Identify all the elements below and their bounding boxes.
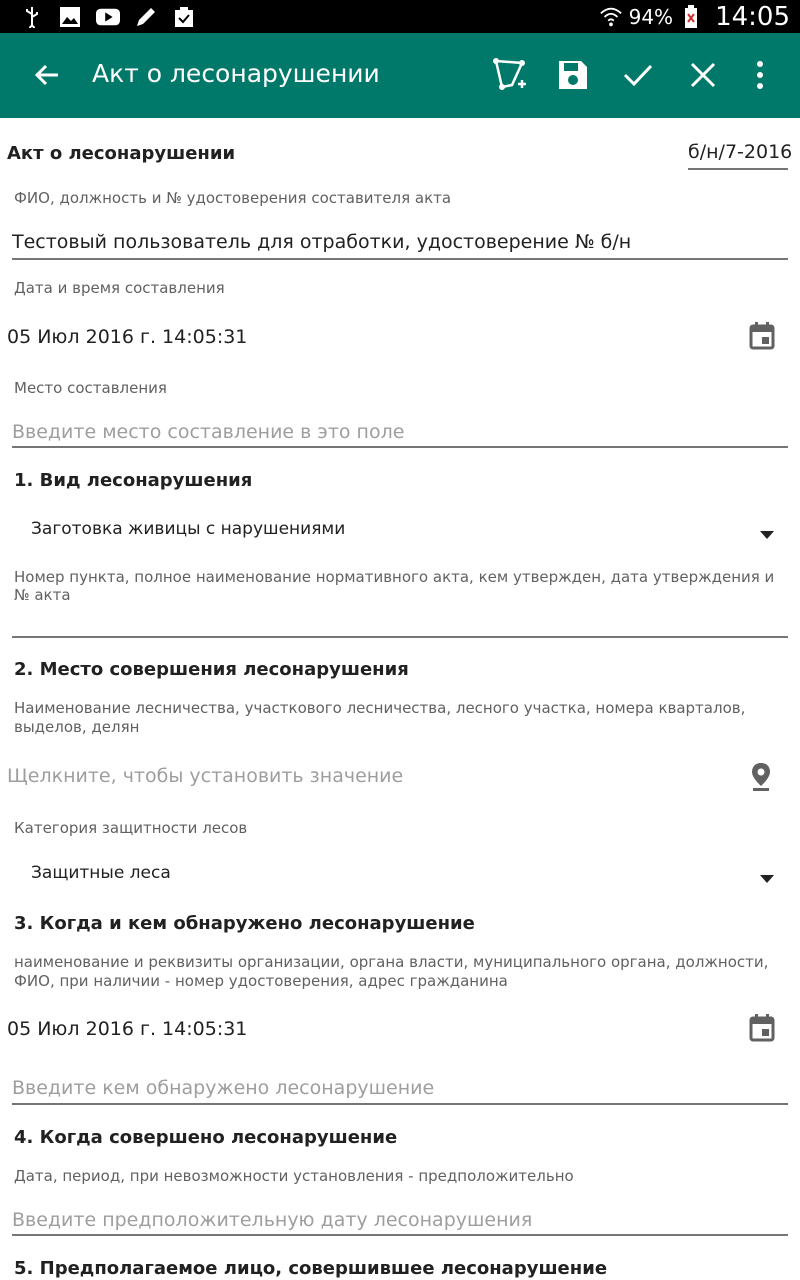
place-underline (12, 446, 788, 448)
detected-datetime[interactable]: 05 Июл 2016 г. 14:05:31 (7, 1018, 247, 1040)
polygon-add-icon[interactable] (490, 55, 530, 95)
back-arrow-icon[interactable] (30, 57, 66, 93)
gallery-icon (58, 5, 82, 29)
status-bar: 94% 14:05 (0, 0, 800, 33)
app-bar: Акт о лесонарушении (0, 33, 800, 118)
clipboard-check-icon (172, 5, 196, 29)
pen-icon (134, 5, 158, 29)
detected-by-input[interactable]: Введите кем обнаружено лесонарушение (12, 1077, 434, 1099)
category-value: Защитные леса (31, 863, 171, 883)
form-header-title: Акт о лесонарушении (7, 143, 236, 164)
category-dropdown[interactable]: Защитные леса (0, 854, 800, 894)
place-label: Место составления (14, 379, 167, 397)
detected-by-underline (12, 1103, 788, 1105)
location-input[interactable]: Щелкните, чтобы установить значение (7, 765, 403, 787)
save-icon[interactable] (553, 55, 593, 95)
normative-input[interactable] (12, 596, 788, 636)
wifi-icon (599, 5, 623, 29)
dropdown-arrow-icon (760, 868, 774, 887)
usb-icon (20, 5, 44, 29)
author-field[interactable]: Тестовый пользователь для отработки, удо… (12, 231, 631, 253)
violation-type-value: Заготовка живицы с нарушениями (31, 519, 346, 539)
violation-type-dropdown[interactable]: Заготовка живицы с нарушениями (0, 510, 800, 550)
close-icon[interactable] (683, 55, 723, 95)
author-label: ФИО, должность и № удостоверения состави… (14, 189, 452, 207)
check-icon[interactable] (618, 55, 658, 95)
battery-percent: 94% (628, 4, 674, 29)
section5-title: 5. Предполагаемое лицо, совершившее лесо… (14, 1258, 608, 1279)
author-underline (12, 258, 788, 260)
place-input[interactable]: Введите место составление в это поле (12, 421, 404, 443)
battery-icon (679, 4, 703, 29)
map-pin-icon[interactable] (745, 761, 777, 793)
calendar-icon[interactable] (746, 320, 778, 352)
more-vert-icon[interactable] (740, 55, 780, 95)
datetime-value[interactable]: 05 Июл 2016 г. 14:05:31 (7, 326, 247, 348)
committed-label: Дата, период, при невозможности установл… (14, 1167, 574, 1185)
datetime-label: Дата и время составления (14, 279, 225, 297)
normative-underline (12, 636, 788, 638)
section3-title: 3. Когда и кем обнаружено лесонарушение (14, 913, 475, 934)
youtube-icon (96, 5, 120, 29)
section4-title: 4. Когда совершено лесонарушение (14, 1127, 398, 1148)
clock: 14:05 (715, 1, 790, 32)
act-number-field[interactable]: б/н/7-2016 (688, 141, 792, 163)
calendar-icon[interactable] (746, 1012, 778, 1044)
section1-title: 1. Вид лесонарушения (14, 470, 253, 491)
dropdown-arrow-icon (760, 524, 774, 543)
section2-title: 2. Место совершения лесонарушения (14, 659, 409, 680)
committed-underline (12, 1234, 788, 1236)
category-label: Категория защитности лесов (14, 819, 248, 837)
page-title: Акт о лесонарушении (92, 59, 380, 88)
detected-label: наименование и реквизиты организации, ор… (14, 953, 769, 990)
committed-input[interactable]: Введите предположительную дату лесонаруш… (12, 1209, 532, 1231)
location-label: Наименование лесничества, участкового ле… (14, 699, 746, 736)
act-number-underline (688, 168, 788, 170)
